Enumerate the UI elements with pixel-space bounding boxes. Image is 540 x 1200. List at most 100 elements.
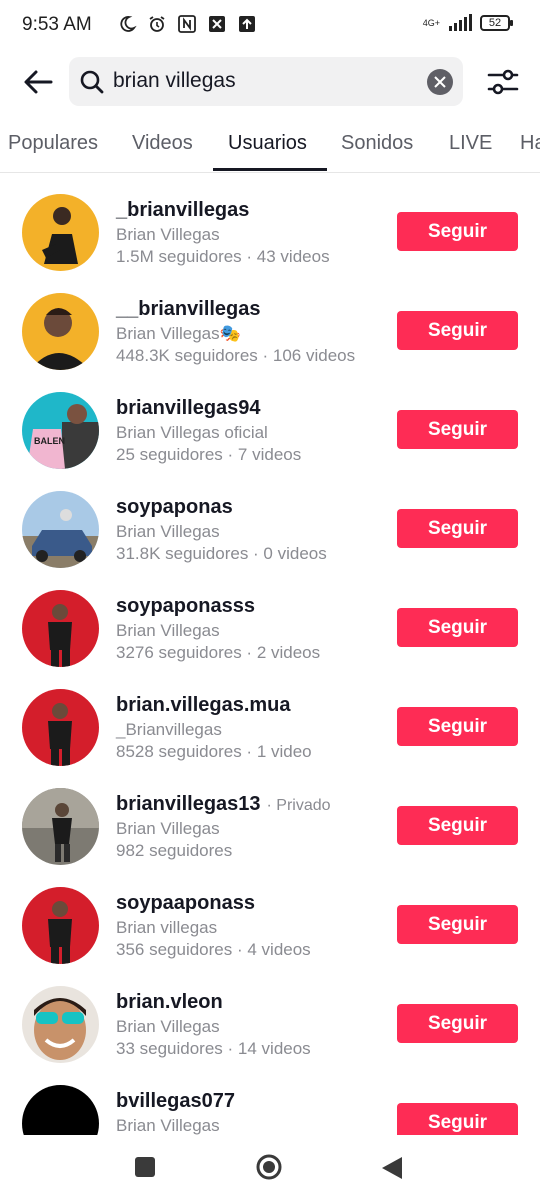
- user-row[interactable]: soypaponas Brian Villegas 31.8K seguidor…: [0, 470, 540, 569]
- moon-icon: [120, 16, 137, 32]
- follow-button[interactable]: Seguir: [397, 1004, 518, 1043]
- user-stats: 448.3K seguidores · 106 videos: [116, 346, 356, 365]
- follow-button[interactable]: Seguir: [397, 608, 518, 647]
- avatar[interactable]: [22, 689, 99, 766]
- user-row[interactable]: soypaaponass Brian villegas 356 seguidor…: [0, 866, 540, 965]
- follow-button[interactable]: Seguir: [397, 410, 518, 449]
- username: soypaponas: [116, 496, 233, 518]
- alarm-icon: [149, 16, 165, 32]
- user-stats: 356 seguidores · 4 videos: [116, 940, 311, 959]
- avatar[interactable]: [22, 194, 99, 271]
- avatar-image: [22, 788, 99, 865]
- avatar[interactable]: [22, 590, 99, 667]
- display-name: Brian Villegas: [116, 1116, 220, 1135]
- display-name: Brian Villegas oficial: [116, 423, 268, 442]
- avatar[interactable]: BALEN: [22, 392, 99, 469]
- avatar[interactable]: [22, 491, 99, 568]
- avatar-image: [22, 194, 99, 271]
- user-stats: 25 seguidores · 7 videos: [116, 445, 302, 464]
- back-button[interactable]: [18, 64, 58, 100]
- display-name: Brian Villegas: [116, 1017, 220, 1036]
- user-row[interactable]: brian.vleon Brian Villegas 33 seguidores…: [0, 965, 540, 1064]
- user-row[interactable]: BALEN brianvillegas94 Brian Villegas ofi…: [0, 371, 540, 470]
- user-stats: 1.5M seguidores · 43 videos: [116, 247, 330, 266]
- clear-search-button[interactable]: [427, 69, 453, 95]
- app-icon: [209, 16, 225, 32]
- username: __brianvillegas: [116, 298, 261, 320]
- upload-icon: [239, 16, 255, 32]
- user-stats: 31.8K seguidores · 0 videos: [116, 544, 327, 563]
- close-icon: [434, 76, 446, 88]
- user-stats: 33 seguidores · 14 videos: [116, 1039, 311, 1058]
- avatar[interactable]: [22, 1085, 99, 1135]
- tab-videos[interactable]: Videos: [132, 132, 193, 155]
- avatar[interactable]: [22, 887, 99, 964]
- user-row[interactable]: __brianvillegas Brian Villegas🎭 448.3K s…: [0, 272, 540, 371]
- tab-populares[interactable]: Populares: [8, 132, 98, 155]
- avatar-image: BALEN: [22, 392, 99, 469]
- back-triangle-icon[interactable]: [380, 1155, 404, 1181]
- tab-usuarios[interactable]: Usuarios: [228, 132, 307, 155]
- network-type: 4G+: [422, 17, 440, 28]
- avatar-image: [22, 887, 99, 964]
- avatar-image: [22, 293, 99, 370]
- tab-live[interactable]: LIVE: [449, 132, 492, 155]
- private-label: · Privado: [266, 797, 331, 814]
- user-stats: 8528 seguidores · 1 video: [116, 742, 312, 761]
- user-results-list: _brianvillegas Brian Villegas 1.5M segui…: [0, 173, 540, 1135]
- search-header: [0, 52, 540, 112]
- user-stats: 982 seguidores: [116, 841, 233, 860]
- username: brianvillegas94: [116, 397, 261, 419]
- avatar-image: [22, 491, 99, 568]
- follow-button[interactable]: Seguir: [397, 509, 518, 548]
- avatar[interactable]: [22, 788, 99, 865]
- nfc-icon: [178, 15, 196, 33]
- display-name: Brian Villegas: [116, 819, 220, 838]
- follow-button[interactable]: Seguir: [397, 1103, 518, 1135]
- avatar[interactable]: [22, 293, 99, 370]
- avatar-image: [22, 590, 99, 667]
- username: _brianvillegas: [116, 199, 250, 221]
- follow-button[interactable]: Seguir: [397, 806, 518, 845]
- user-row[interactable]: _brianvillegas Brian Villegas 1.5M segui…: [0, 173, 540, 272]
- username: brianvillegas13 · Privado: [116, 793, 331, 816]
- username: soypaponasss: [116, 595, 255, 617]
- battery-icon: 52: [480, 15, 513, 31]
- follow-button[interactable]: Seguir: [397, 212, 518, 251]
- user-row[interactable]: brianvillegas13 · Privado Brian Villegas …: [0, 767, 540, 866]
- filter-icon[interactable]: [486, 66, 520, 98]
- search-input[interactable]: [113, 65, 413, 97]
- avatar-image: [22, 1085, 99, 1135]
- avatar[interactable]: [22, 986, 99, 1063]
- recents-icon[interactable]: [135, 1157, 155, 1177]
- status-bar: 9:53 AM 4G+ 52: [0, 0, 540, 52]
- username-text: brianvillegas13: [116, 793, 261, 815]
- display-name: Brian Villegas: [116, 621, 220, 640]
- search-box[interactable]: [69, 57, 463, 106]
- follow-button[interactable]: Seguir: [397, 311, 518, 350]
- avatar-image: [22, 689, 99, 766]
- svg-text:BALEN: BALEN: [34, 436, 65, 446]
- username: soypaaponass: [116, 892, 255, 914]
- follow-button[interactable]: Seguir: [397, 707, 518, 746]
- tab-hashtags[interactable]: Ha: [520, 132, 540, 155]
- system-nav-bar: [0, 1135, 540, 1200]
- user-row[interactable]: brian.villegas.mua _Brianvillegas 8528 s…: [0, 668, 540, 767]
- avatar-image: [22, 986, 99, 1063]
- user-row[interactable]: soypaponasss Brian Villegas 3276 seguido…: [0, 569, 540, 668]
- search-tabs: Populares Videos Usuarios Sonidos LIVE H…: [0, 120, 540, 173]
- signal-icon: [449, 14, 472, 31]
- username: bvillegas077: [116, 1090, 235, 1112]
- tab-sonidos[interactable]: Sonidos: [341, 132, 413, 155]
- search-icon: [80, 70, 104, 94]
- follow-button[interactable]: Seguir: [397, 905, 518, 944]
- display-name: Brian Villegas🎭: [116, 324, 241, 343]
- user-stats: 3276 seguidores · 2 videos: [116, 643, 321, 662]
- username: brian.vleon: [116, 991, 223, 1013]
- home-icon[interactable]: [255, 1153, 283, 1181]
- user-row[interactable]: bvillegas077 Brian Villegas Seguir: [0, 1064, 540, 1135]
- username: brian.villegas.mua: [116, 694, 291, 716]
- arrow-left-icon: [24, 70, 53, 94]
- active-tab-indicator: [213, 168, 327, 171]
- display-name: _Brianvillegas: [116, 720, 222, 739]
